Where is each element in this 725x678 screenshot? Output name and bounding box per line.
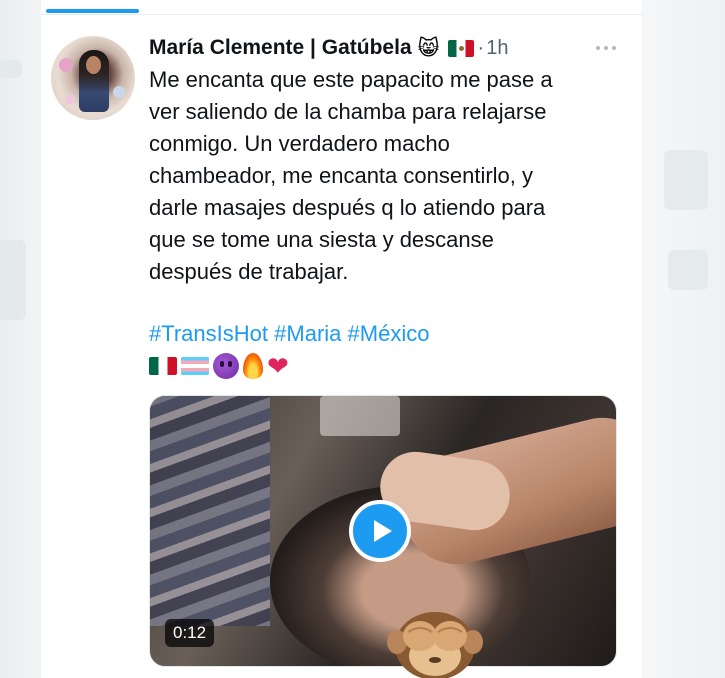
- tweet-text-line: que se tome una siesta y descanse: [149, 227, 494, 252]
- hashtag-link[interactable]: #TransIsHot: [149, 321, 268, 346]
- red-heart-icon: ❤: [267, 351, 289, 381]
- tweet-text: Me encanta que este papacito me pase a v…: [149, 64, 619, 288]
- video-frame-light: [320, 396, 400, 436]
- active-tab-indicator: [46, 9, 139, 13]
- avatar-face: [86, 56, 101, 74]
- background-left-panel: [0, 0, 40, 678]
- devil-face-icon: [213, 353, 239, 379]
- background-smudge: [0, 240, 26, 320]
- avatar[interactable]: [51, 36, 135, 120]
- mexico-flag-icon: [447, 39, 474, 57]
- more-options-icon[interactable]: [591, 34, 621, 62]
- tab-divider: [41, 14, 642, 15]
- tweet-text-line: ver saliendo de la chamba para relajarse: [149, 99, 547, 124]
- mexico-flag-icon: [149, 357, 177, 375]
- tweet-text-line: Me encanta que este papacito me pase a: [149, 67, 553, 92]
- avatar-decoration: [113, 86, 125, 98]
- tweet-header: María Clemente | Gatúbela 😸 · 1h: [149, 34, 629, 62]
- separator-dot: ·: [477, 36, 485, 59]
- background-smudge: [664, 150, 708, 210]
- video-frame-background: [150, 396, 270, 626]
- play-icon: [373, 520, 392, 542]
- tweet-text-line: darle masajes después q lo atiendo para: [149, 195, 546, 220]
- background-smudge: [0, 60, 22, 78]
- timestamp[interactable]: 1h: [486, 37, 508, 60]
- play-button[interactable]: [349, 500, 411, 562]
- video-player[interactable]: 0:12: [149, 395, 617, 667]
- avatar-decoration: [59, 58, 73, 72]
- tweet-text-line: después de trabajar.: [149, 259, 349, 284]
- author-display-name[interactable]: María Clemente | Gatúbela: [149, 36, 412, 60]
- background-smudge: [668, 250, 708, 290]
- hashtag-link[interactable]: #Maria: [274, 321, 341, 346]
- emoji-row: ❤: [149, 350, 289, 382]
- background-right-panel: [641, 0, 725, 678]
- fire-icon: [243, 353, 263, 379]
- avatar-decoration: [65, 94, 75, 104]
- hashtag-list: #TransIsHot #Maria #México: [149, 318, 619, 350]
- hashtag-link[interactable]: #México: [348, 321, 430, 346]
- smiling-cat-icon: 😸: [417, 36, 440, 60]
- page: María Clemente | Gatúbela 😸 · 1h Me enca…: [0, 0, 725, 678]
- video-duration-badge: 0:12: [165, 619, 215, 647]
- transgender-flag-icon: [181, 357, 209, 375]
- tweet-text-line: chambeador, me encanta consentirlo, y: [149, 163, 534, 188]
- see-no-evil-monkey-icon: [387, 612, 483, 678]
- tweet-text-line: conmigo. Un verdadero macho: [149, 131, 450, 156]
- tweet-card[interactable]: María Clemente | Gatúbela 😸 · 1h Me enca…: [40, 0, 643, 678]
